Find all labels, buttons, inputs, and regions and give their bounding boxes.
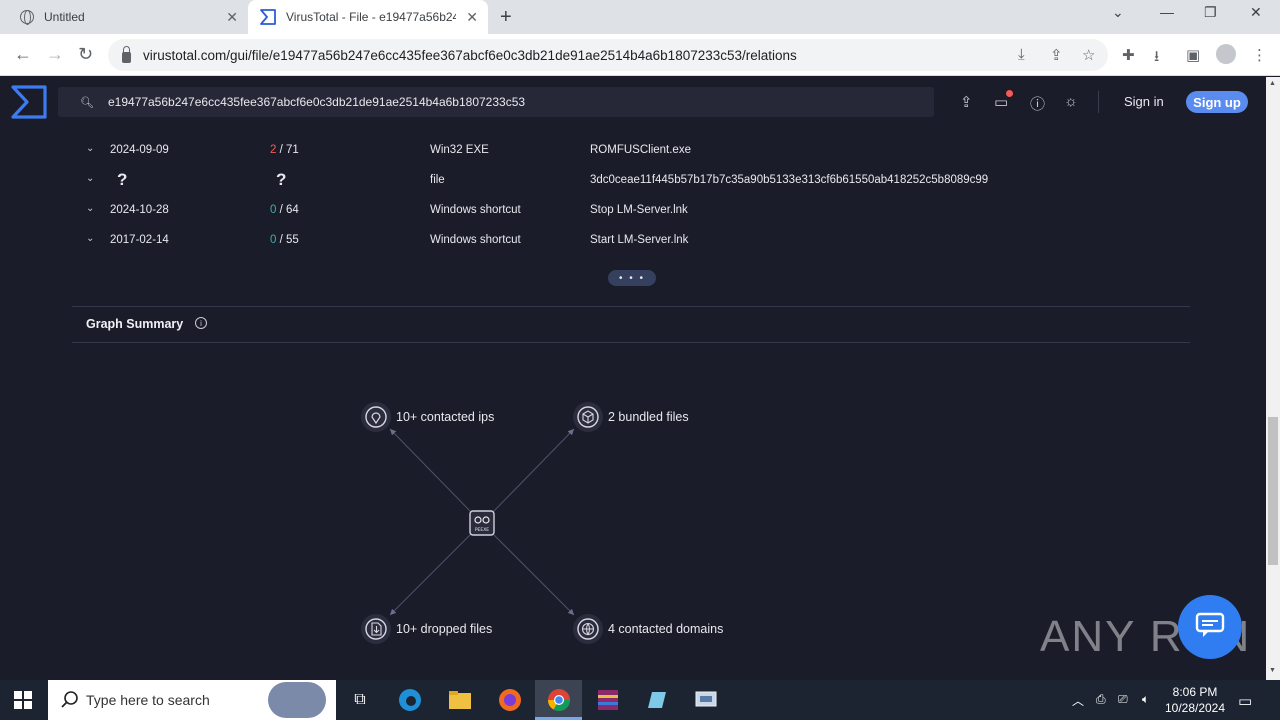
chat-icon (1195, 612, 1225, 643)
tab-virustotal[interactable]: VirusTotal - File - e19477a56b247 ✕ (248, 0, 488, 34)
url-text: virustotal.com/gui/file/e19477a56b247e6c… (143, 47, 797, 63)
globe-domain-icon[interactable] (573, 614, 603, 644)
chrome-icon[interactable] (545, 686, 573, 714)
profile-avatar-icon[interactable] (1216, 44, 1236, 64)
side-panel-icon[interactable]: ▣ (1186, 46, 1200, 64)
menu-kebab-icon[interactable]: ⋮ (1252, 46, 1267, 64)
scroll-thumb[interactable] (1268, 417, 1278, 565)
browser-toolbar: ← → ↻ virustotal.com/gui/file/e19477a56b… (0, 34, 1280, 76)
graph-summary-diagram: PEEXE (361, 402, 603, 644)
search-highlight-image-icon (268, 682, 326, 718)
header-divider (1098, 91, 1099, 113)
window-close-icon[interactable]: ✕ (1250, 4, 1262, 21)
center-node-label: PEEXE (475, 527, 489, 533)
pe-exe-node-icon[interactable]: PEEXE (469, 510, 495, 536)
notification-center-icon[interactable]: ▭ (1238, 692, 1252, 710)
windows-taskbar: Type here to search ⧉ ︿ ⎙ ⎚ 🔈︎ 8:06 PM 1… (0, 680, 1280, 720)
tab-title: VirusTotal - File - e19477a56b247 (286, 10, 456, 24)
virustotal-header: 🔍︎ e19477a56b247e6cc435fee367abcf6e0c3db… (0, 77, 1266, 127)
relations-content: ⌄ 2024-09-09 2 / 71 Win32 EXE ROMFUSClie… (0, 127, 1266, 680)
downloads-icon[interactable]: ⭳ (1154, 46, 1159, 71)
network-app-icon[interactable] (692, 686, 720, 714)
close-icon[interactable]: ✕ (466, 9, 478, 26)
sign-up-button[interactable]: Sign up (1186, 91, 1248, 113)
bookmark-star-icon[interactable]: ☆ (1082, 46, 1095, 64)
upload-icon[interactable]: ⇪ (960, 93, 973, 111)
edge-bundled-files (491, 428, 575, 514)
node-label-bundled-files[interactable]: 2 bundled files (608, 410, 689, 424)
winrar-icon[interactable] (594, 686, 622, 714)
back-arrow-icon[interactable]: ← (14, 44, 32, 65)
extensions-puzzle-icon[interactable]: ✚ (1122, 46, 1135, 64)
tray-chevron-up-icon[interactable]: ︿ (1072, 692, 1084, 709)
page-scrollbar[interactable]: ▲ ▼ (1266, 77, 1280, 680)
search-input[interactable]: 🔍︎ e19477a56b247e6cc435fee367abcf6e0c3db… (58, 87, 934, 117)
taskbar-clock[interactable]: 8:06 PM 10/28/2024 (1162, 684, 1228, 716)
edge-browser-icon[interactable] (396, 686, 424, 714)
address-bar[interactable]: virustotal.com/gui/file/e19477a56b247e6c… (108, 39, 1108, 71)
package-box-icon[interactable] (573, 402, 603, 432)
lock-icon (122, 45, 131, 63)
firefox-icon[interactable] (496, 686, 524, 714)
new-tab-button[interactable]: + (500, 6, 512, 29)
share-icon[interactable]: ⇪ (1050, 46, 1063, 64)
minimize-icon[interactable]: — (1160, 4, 1174, 20)
browser-tab-bar: Untitled ✕ VirusTotal - File - e19477a56… (0, 0, 1280, 34)
reload-icon[interactable]: ↻ (78, 44, 93, 65)
file-download-icon[interactable] (361, 614, 391, 644)
edge-contacted-domains (491, 532, 575, 616)
clock-date: 10/28/2024 (1164, 701, 1226, 715)
volume-icon[interactable]: 🔈︎ (1142, 692, 1149, 707)
virustotal-favicon-icon (260, 9, 276, 25)
node-label-dropped-files[interactable]: 10+ dropped files (396, 622, 492, 636)
globe-icon (20, 10, 34, 25)
restore-icon[interactable]: ❐ (1204, 4, 1217, 21)
taskbar-search-placeholder: Type here to search (86, 692, 210, 708)
file-explorer-icon[interactable] (446, 686, 474, 714)
search-icon (60, 690, 80, 713)
close-icon[interactable]: ✕ (226, 9, 238, 26)
network-icon[interactable]: ⎚ (1118, 692, 1128, 707)
task-view-icon[interactable]: ⧉ (346, 686, 374, 714)
theme-sun-icon[interactable]: ☼ (1064, 93, 1078, 110)
search-value: e19477a56b247e6cc435fee367abcf6e0c3db21d… (107, 95, 526, 109)
tab-title: Untitled (44, 10, 85, 24)
search-icon: 🔍︎ (80, 96, 94, 109)
tray-device-icon[interactable]: ⎙ (1096, 692, 1106, 707)
virustotal-logo-icon[interactable] (10, 84, 48, 125)
taskbar-search-input[interactable]: Type here to search (48, 680, 336, 720)
clock-time: 8:06 PM (1172, 685, 1218, 699)
edge-contacted-ips (389, 428, 473, 514)
sign-in-link[interactable]: Sign in (1124, 94, 1164, 109)
windows-start-icon[interactable] (14, 691, 32, 714)
scroll-down-arrow-icon[interactable]: ▼ (1269, 667, 1276, 674)
help-icon[interactable]: ⓘ (1030, 93, 1045, 114)
tab-search-chevron-icon[interactable]: ⌄ (1112, 4, 1124, 21)
notifications-chat-icon[interactable]: ▭ (994, 90, 1013, 111)
node-label-contacted-domains[interactable]: 4 contacted domains (608, 622, 723, 636)
scroll-up-arrow-icon[interactable]: ▲ (1269, 80, 1276, 87)
location-pin-icon[interactable] (361, 402, 391, 432)
forward-arrow-icon[interactable]: → (46, 44, 64, 65)
chat-support-button[interactable] (1178, 595, 1242, 659)
tab-untitled[interactable]: Untitled ✕ (8, 0, 248, 34)
node-label-contacted-ips[interactable]: 10+ contacted ips (396, 410, 494, 424)
edge-dropped-files (389, 532, 473, 616)
install-app-icon[interactable]: ⤓ (1018, 46, 1025, 63)
notepad-icon[interactable] (642, 686, 670, 714)
